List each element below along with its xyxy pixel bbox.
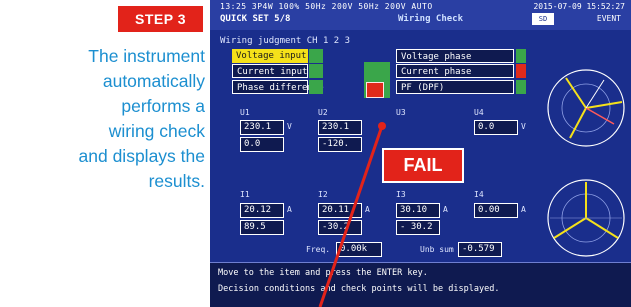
description-line: and displays the [78, 146, 205, 166]
unb-sum-label: Unb sum [420, 245, 454, 254]
i3-angle: - 30.2 [396, 220, 440, 235]
voltage-vector-diagram [547, 69, 625, 147]
i4-label: I4 [474, 190, 484, 199]
freq-value: 0.00k [336, 242, 382, 257]
step-badge: STEP 3 [118, 6, 203, 32]
voltage-input-status-ok [309, 49, 323, 63]
voltage-input-check[interactable]: Voltage input [232, 49, 308, 63]
screen-header: 13:25 3P4W 100% 50Hz 200V 50Hz 200V AUTO… [210, 0, 631, 30]
description-line: The instrument [88, 46, 205, 66]
u1-label: U1 [240, 108, 250, 117]
i4-unit: A [521, 205, 526, 214]
u4-label: U4 [474, 108, 484, 117]
i1-angle: 89.5 [240, 220, 284, 235]
pf-status-ok [516, 80, 526, 94]
i1-value: 20.12 [240, 203, 284, 218]
u4-value: 0.0 [474, 120, 518, 135]
description-line: results. [148, 171, 205, 191]
pf-dpf-check[interactable]: PF (DPF) [396, 80, 514, 94]
wiring-judgment-title: Wiring judgment CH 1 2 3 [220, 36, 351, 46]
u2-value: 230.1 [318, 120, 362, 135]
sd-card-icon: SD [532, 13, 554, 25]
voltage-phase-status-ok [516, 49, 526, 63]
i1-label: I1 [240, 190, 250, 199]
current-input-status-ok [309, 64, 323, 78]
description-line: performs a [121, 96, 205, 116]
phase-difference-status [309, 80, 323, 94]
quick-set-label: QUICK SET 5/8 [220, 14, 291, 24]
description-line: automatically [102, 71, 205, 91]
unb-sum-value: -0.579 [458, 242, 502, 257]
description: The instrument automatically performs a … [0, 44, 205, 194]
screen-footer: Move to the item and press the ENTER key… [210, 262, 631, 307]
fail-callout: FAIL [382, 148, 464, 183]
screen-title: Wiring Check [398, 14, 464, 24]
i2-value: 20.11 [318, 203, 362, 218]
phase-difference-fail-marker[interactable] [366, 82, 384, 98]
freq-label: Freq. [306, 245, 331, 254]
u2-label: U2 [318, 108, 328, 117]
i3-unit: A [443, 205, 448, 214]
current-phase-check[interactable]: Current phase [396, 64, 514, 78]
current-phase-status-fail [516, 64, 526, 78]
status-line: 13:25 3P4W 100% 50Hz 200V 50Hz 200V AUTO [220, 2, 433, 11]
u2-angle: -120. [318, 137, 362, 152]
i3-value: 30.10 [396, 203, 440, 218]
i1-unit: A [287, 205, 292, 214]
u1-unit: V [287, 122, 292, 131]
i2-unit: A [365, 205, 370, 214]
voltage-phase-check[interactable]: Voltage phase [396, 49, 514, 63]
i2-label: I2 [318, 190, 328, 199]
event-indicator: EVENT [596, 14, 621, 23]
u4-unit: V [521, 122, 526, 131]
footer-hint: Decision conditions and check points wil… [218, 284, 500, 294]
u1-angle: 0.0 [240, 137, 284, 152]
phase-difference-check[interactable]: Phase difference [232, 80, 324, 94]
i2-angle: -30.2 [318, 220, 362, 235]
description-line: wiring check [108, 121, 205, 141]
i4-value: 0.00 [474, 203, 518, 218]
current-vector-diagram [547, 179, 625, 257]
i3-label: I3 [396, 190, 406, 199]
footer-instruction: Move to the item and press the ENTER key… [218, 268, 428, 278]
date-time: 2015-07-09 15:52:27 [533, 2, 625, 11]
u3-label: U3 [396, 108, 406, 117]
u1-value: 230.1 [240, 120, 284, 135]
current-input-check[interactable]: Current input [232, 64, 308, 78]
